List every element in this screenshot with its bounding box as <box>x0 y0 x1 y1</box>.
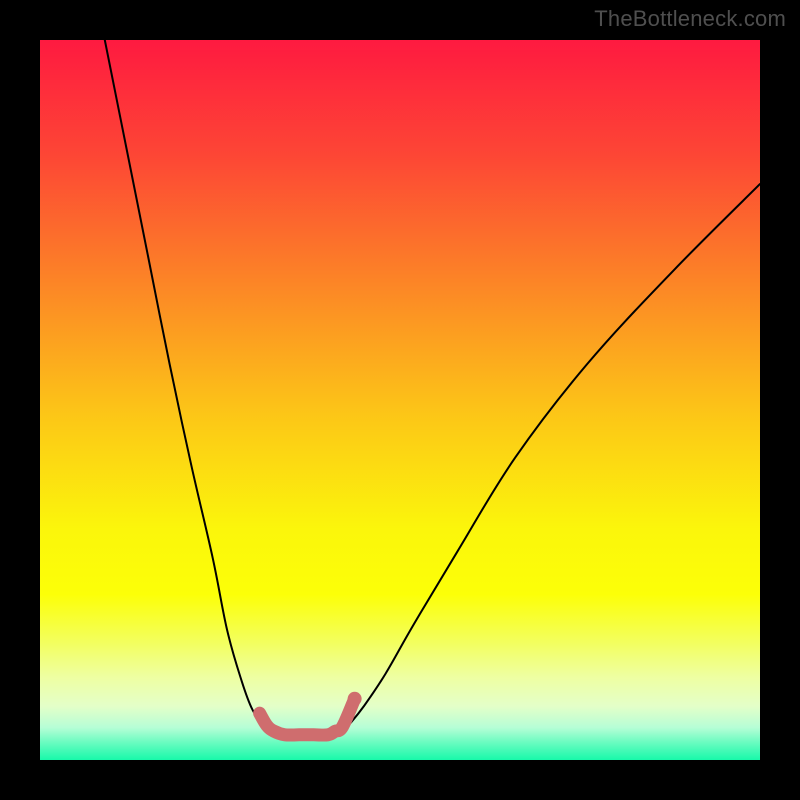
curve-layer <box>40 40 760 760</box>
bottleneck-curve-right <box>335 184 760 735</box>
trough-end-dot <box>348 692 362 706</box>
plot-area <box>40 40 760 760</box>
bottleneck-curve-left <box>105 40 292 735</box>
outer-frame: TheBottleneck.com <box>0 0 800 800</box>
trough-marker <box>260 699 355 735</box>
watermark-text: TheBottleneck.com <box>594 6 786 32</box>
